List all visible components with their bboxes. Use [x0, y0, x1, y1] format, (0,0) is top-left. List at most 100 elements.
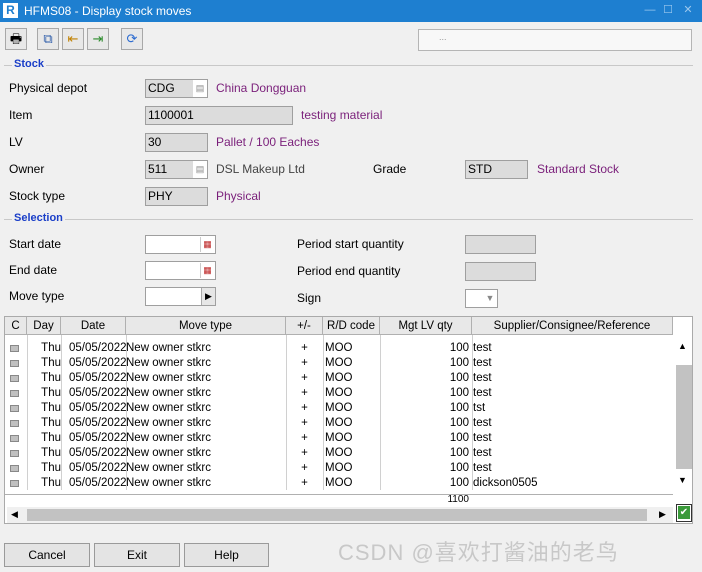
scroll-up-icon[interactable]: ▲: [678, 341, 687, 351]
cell-ref: test: [473, 447, 492, 459]
copy-button[interactable]: ⧉: [37, 28, 59, 50]
row-checkbox[interactable]: [10, 480, 19, 487]
cancel-button[interactable]: Cancel: [4, 543, 90, 567]
row-checkbox[interactable]: [10, 390, 19, 397]
maximize-button[interactable]: ☐: [660, 3, 676, 17]
col-date[interactable]: Date: [61, 317, 126, 335]
col-move-type[interactable]: Move type: [126, 317, 286, 335]
grid-header: C Day Date Move type +/- R/D code Mgt LV…: [5, 317, 673, 335]
chevron-down-icon[interactable]: ▼: [483, 290, 497, 307]
close-button[interactable]: ✕: [680, 3, 696, 17]
table-row[interactable]: Thu 05/05/2022 New owner stkrc + MOO 100 test: [5, 416, 673, 431]
cell-ref: test: [473, 372, 492, 384]
cell-sign: +: [301, 342, 308, 354]
col-rd-code[interactable]: R/D code: [323, 317, 380, 335]
cell-date: 05/05/2022: [69, 417, 127, 429]
cell-move-type: New owner stkrc: [126, 417, 211, 429]
cell-sign: +: [301, 357, 308, 369]
table-row[interactable]: Thu 05/05/2022 New owner stkrc + MOO 100 test: [5, 446, 673, 461]
print-icon: 🖶: [9, 31, 23, 46]
cell-move-type: New owner stkrc: [126, 387, 211, 399]
owner-lookup-icon[interactable]: ▤: [193, 161, 207, 178]
cell-date: 05/05/2022: [69, 462, 127, 474]
lv-field[interactable]: 30: [145, 133, 208, 152]
help-button[interactable]: Help: [184, 543, 269, 567]
lookup-icon[interactable]: ▤: [193, 80, 207, 97]
confirm-checkbox[interactable]: ✔: [676, 504, 692, 522]
calendar-icon[interactable]: ▦: [200, 237, 214, 252]
table-row[interactable]: Thu 05/05/2022 New owner stkrc + MOO 100 dicks…: [5, 476, 673, 491]
total-qty: 1100: [447, 494, 469, 505]
move-type-select[interactable]: ▶: [145, 287, 216, 306]
col-mgt-lv-qty[interactable]: Mgt LV qty: [380, 317, 472, 335]
cell-qty: 100: [449, 372, 469, 384]
row-checkbox[interactable]: [10, 420, 19, 427]
col-day[interactable]: Day: [27, 317, 61, 335]
cell-date: 05/05/2022: [69, 402, 127, 414]
refresh-icon: ⟳: [126, 31, 138, 46]
table-row[interactable]: Thu 05/05/2022 New owner stkrc + MOO 100 tst: [5, 401, 673, 416]
stock-group-label: Stock: [12, 58, 46, 70]
scroll-down-icon[interactable]: ▼: [678, 475, 687, 485]
cell-rd: MOO: [325, 387, 353, 399]
cell-day: Thu: [41, 417, 61, 429]
horizontal-scrollbar[interactable]: ◀ ▶: [7, 507, 673, 523]
calendar-icon[interactable]: ▦: [200, 263, 214, 278]
grade-field[interactable]: STD: [465, 160, 528, 179]
item-field[interactable]: 1100001: [145, 106, 293, 125]
cell-day: Thu: [41, 357, 61, 369]
table-row[interactable]: Thu 05/05/2022 New owner stkrc + MOO 100 test: [5, 386, 673, 401]
cell-move-type: New owner stkrc: [126, 447, 211, 459]
table-row[interactable]: Thu 05/05/2022 New owner stkrc + MOO 100 test: [5, 356, 673, 371]
stock-type-label: Stock type: [9, 189, 66, 203]
table-row[interactable]: Thu 05/05/2022 New owner stkrc + MOO 100 test: [5, 371, 673, 386]
chevron-right-icon[interactable]: ▶: [201, 288, 215, 305]
table-row[interactable]: Thu 05/05/2022 New owner stkrc + MOO 100 test: [5, 431, 673, 446]
last-button[interactable]: ⇥: [87, 28, 109, 50]
table-row[interactable]: Thu 05/05/2022 New owner stkrc + MOO 100 test: [5, 341, 673, 356]
cell-move-type: New owner stkrc: [126, 432, 211, 444]
minimize-button[interactable]: —: [642, 3, 658, 17]
stock-type-field[interactable]: PHY: [145, 187, 208, 206]
row-checkbox[interactable]: [10, 360, 19, 367]
physical-depot-field[interactable]: CDG ▤: [145, 79, 208, 98]
horizontal-scroll-thumb[interactable]: [27, 509, 647, 521]
col-sign[interactable]: +/-: [286, 317, 323, 335]
row-checkbox[interactable]: [10, 435, 19, 442]
sign-select[interactable]: ▼: [465, 289, 498, 308]
cell-sign: +: [301, 477, 308, 489]
cell-day: Thu: [41, 372, 61, 384]
app-logo: R: [3, 3, 18, 18]
vertical-scrollbar[interactable]: ▲ ▼: [676, 339, 692, 489]
scroll-right-icon[interactable]: ▶: [659, 509, 666, 520]
owner-field[interactable]: 511 ▤: [145, 160, 208, 179]
exit-button[interactable]: Exit: [94, 543, 180, 567]
start-date-label: Start date: [9, 237, 62, 251]
row-checkbox[interactable]: [10, 465, 19, 472]
end-date-input[interactable]: ▦: [145, 261, 216, 280]
vertical-scroll-thumb[interactable]: [676, 365, 692, 469]
window-title: HFMS08 - Display stock moves: [24, 4, 192, 18]
table-row[interactable]: Thu 05/05/2022 New owner stkrc + MOO 100 test: [5, 461, 673, 476]
first-button[interactable]: ⇤: [62, 28, 84, 50]
start-date-input[interactable]: ▦: [145, 235, 216, 254]
print-button[interactable]: 🖶: [5, 28, 27, 50]
owner-desc: DSL Makeup Ltd: [216, 162, 305, 176]
row-checkbox[interactable]: [10, 345, 19, 352]
sign-label: Sign: [297, 291, 322, 305]
scroll-left-icon[interactable]: ◀: [11, 509, 18, 520]
cell-move-type: New owner stkrc: [126, 342, 211, 354]
stock-moves-grid: C Day Date Move type +/- R/D code Mgt LV…: [4, 316, 693, 524]
row-checkbox[interactable]: [10, 450, 19, 457]
row-checkbox[interactable]: [10, 375, 19, 382]
row-checkbox[interactable]: [10, 405, 19, 412]
cell-move-type: New owner stkrc: [126, 372, 211, 384]
cell-move-type: New owner stkrc: [126, 402, 211, 414]
cell-date: 05/05/2022: [69, 372, 127, 384]
col-reference[interactable]: Supplier/Consignee/Reference: [472, 317, 673, 335]
info-box: ...: [418, 29, 692, 51]
cell-sign: +: [301, 387, 308, 399]
refresh-button[interactable]: ⟳: [121, 28, 143, 50]
cell-sign: +: [301, 372, 308, 384]
col-c[interactable]: C: [5, 317, 27, 335]
